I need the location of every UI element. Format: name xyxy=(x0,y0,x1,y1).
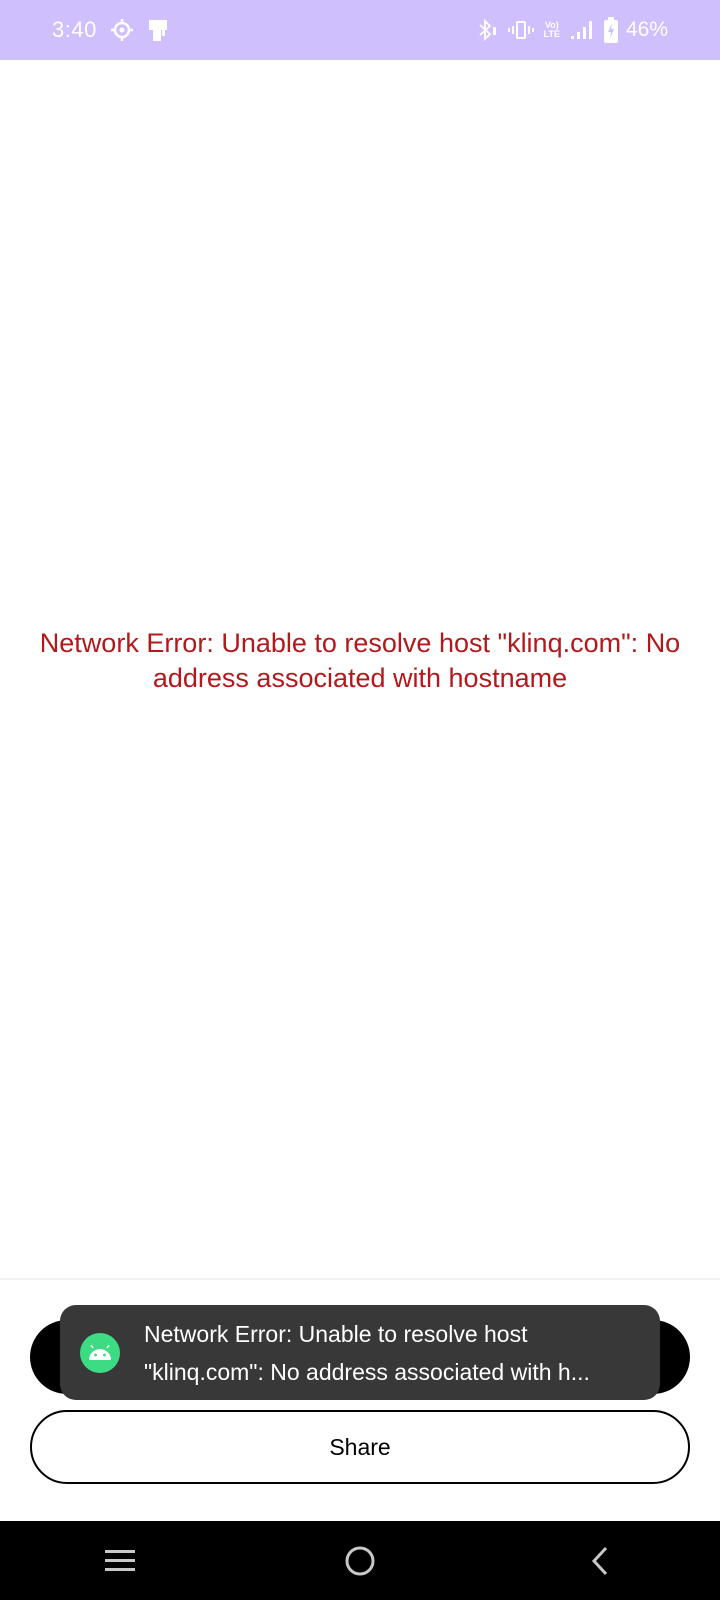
status-time: 3:40 xyxy=(52,17,97,42)
volte-line2: LTE xyxy=(543,29,560,39)
error-message: Network Error: Unable to resolve host "k… xyxy=(39,628,681,693)
back-icon[interactable] xyxy=(540,1521,660,1600)
status-bar: 3:40 Vo) LTE 46% xyxy=(0,0,720,60)
toast-line-1: Network Error: Unable to resolve host xyxy=(144,1320,528,1347)
settings-gear-icon xyxy=(110,19,133,41)
vibrate-icon xyxy=(507,19,534,41)
home-icon[interactable] xyxy=(300,1521,420,1600)
volte-icon: Vo) LTE xyxy=(544,21,560,39)
battery-percent: 46% xyxy=(625,18,668,41)
toast-line-2: "klinq.com": No address associated with … xyxy=(144,1358,590,1385)
navigation-bar xyxy=(0,1521,720,1600)
toast-message: Network Error: Unable to resolve host "k… xyxy=(60,1305,660,1400)
bluetooth-icon xyxy=(476,18,498,42)
recents-icon[interactable] xyxy=(60,1521,180,1600)
notification-app-icon xyxy=(147,18,169,42)
status-bar-left: 3:40 xyxy=(52,17,169,43)
status-bar-right: Vo) LTE 46% xyxy=(466,17,668,43)
main-content: Network Error: Unable to resolve host "k… xyxy=(0,60,720,1276)
battery-charging-icon xyxy=(603,17,618,43)
signal-icon xyxy=(570,20,594,40)
android-icon xyxy=(80,1332,120,1373)
toast-text: Network Error: Unable to resolve host "k… xyxy=(144,1315,640,1391)
share-button[interactable]: Share xyxy=(30,1410,690,1484)
